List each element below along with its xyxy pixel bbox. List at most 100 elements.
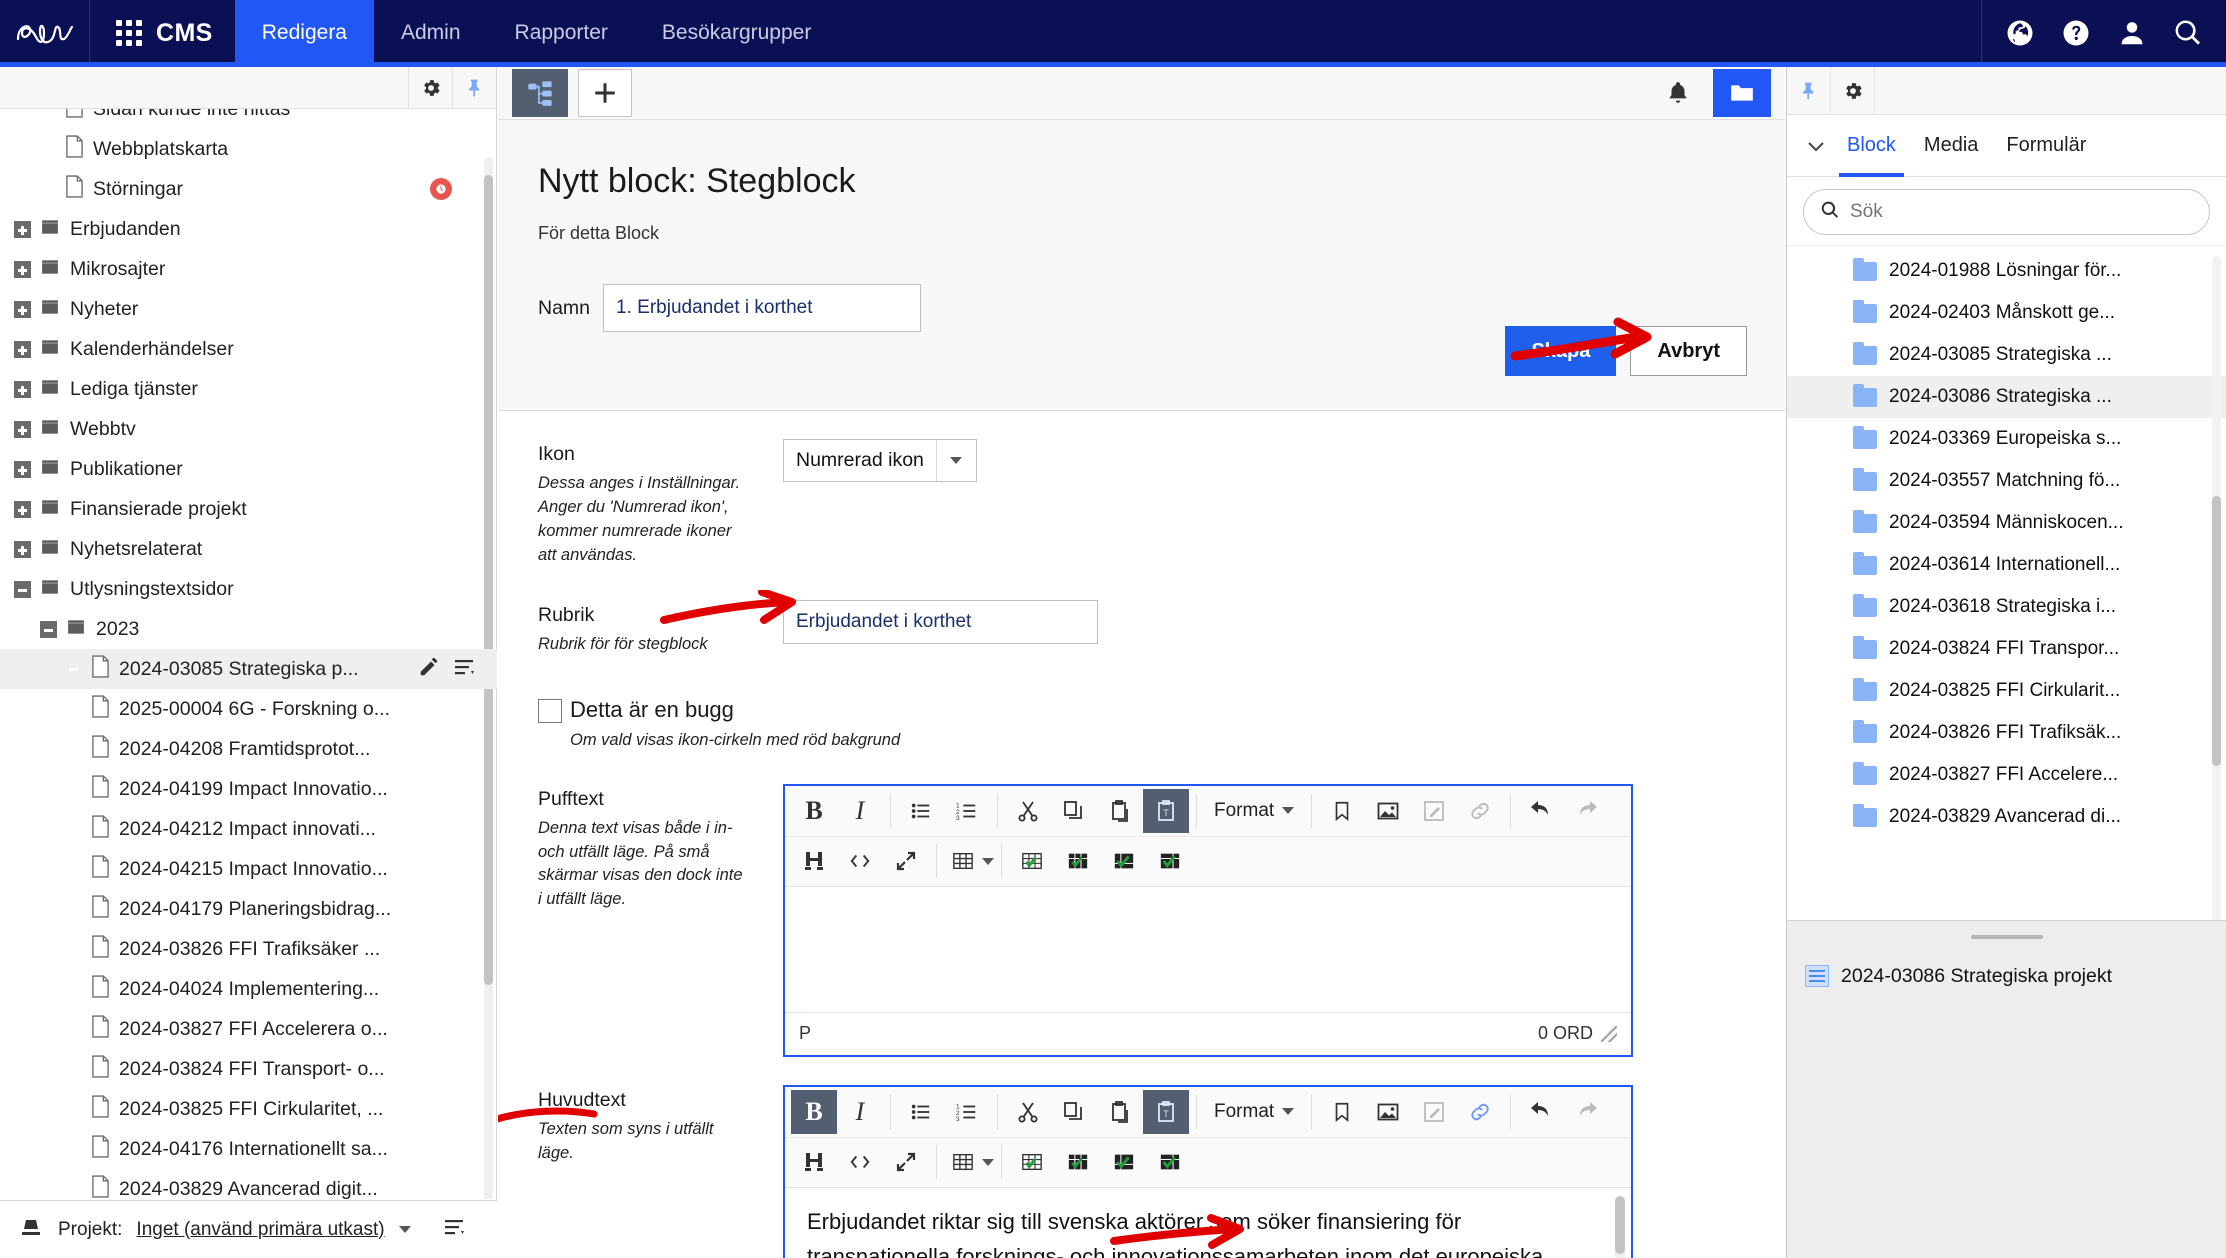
undo-icon[interactable] — [1518, 1090, 1564, 1134]
table-icon[interactable] — [944, 1140, 982, 1184]
tree-row[interactable]: Lediga tjänster — [0, 369, 497, 409]
create-button[interactable]: Skapa — [1505, 326, 1617, 376]
footer-block-item[interactable]: 2024-03086 Strategiska projekt — [1787, 955, 2226, 997]
tree-row[interactable]: 2024-03825 FFI Cirkularitet, ... — [0, 1089, 497, 1129]
add-block-button[interactable] — [578, 69, 632, 117]
page-tree[interactable]: Sidan kunde inte hittas Webbplatskarta Stö… — [0, 109, 497, 1199]
pufftext-editor[interactable]: B I 123 T Format P 0 ORD — [783, 783, 1633, 1057]
paste-icon[interactable] — [1097, 789, 1143, 833]
insert-column-icon[interactable] — [1055, 839, 1101, 883]
context-menu-icon[interactable] — [443, 1217, 467, 1242]
paste-as-text-icon[interactable]: T — [1143, 788, 1189, 833]
fullscreen-icon[interactable] — [883, 839, 929, 883]
rubrik-input[interactable] — [783, 599, 1098, 644]
assets-search[interactable] — [1803, 189, 2210, 235]
copy-icon[interactable] — [1051, 789, 1097, 833]
redo-icon[interactable] — [1564, 789, 1610, 833]
tree-row[interactable]: Webbtv — [0, 409, 497, 449]
list-item[interactable]: 2024-03557 Matchning fö... — [1787, 460, 2226, 502]
link-icon[interactable] — [1457, 789, 1503, 833]
chevron-down-icon[interactable] — [1799, 139, 1833, 153]
delete-column-icon[interactable] — [1147, 839, 1193, 883]
chevron-down-icon[interactable] — [398, 1226, 411, 1233]
globe-icon[interactable] — [1992, 0, 2048, 66]
tab-block[interactable]: Block — [1833, 115, 1910, 177]
list-item[interactable]: 2024-03824 FFI Transpor... — [1787, 628, 2226, 670]
insert-column-icon[interactable] — [1055, 1140, 1101, 1184]
ikon-select[interactable]: Numrerad ikon — [783, 439, 977, 482]
tree-row[interactable]: 2024-03829 Avancerad digit... — [0, 1169, 497, 1199]
expand-icon[interactable] — [14, 460, 31, 478]
list-item[interactable]: 2024-03826 FFI Trafiksäk... — [1787, 712, 2226, 754]
italic-icon[interactable]: I — [837, 1090, 883, 1134]
italic-icon[interactable]: I — [837, 789, 883, 833]
tree-row[interactable]: 2024-04176 Internationellt sa... — [0, 1129, 497, 1169]
insert-row-icon[interactable] — [1009, 1140, 1055, 1184]
user-icon[interactable] — [2104, 0, 2160, 66]
list-item[interactable]: 2024-03369 Europeiska s... — [1787, 418, 2226, 460]
image-icon[interactable] — [1365, 789, 1411, 833]
epi-logo-icon[interactable] — [0, 0, 90, 66]
tree-row[interactable]: Nyheter — [0, 289, 497, 329]
find-replace-icon[interactable] — [791, 1140, 837, 1184]
cut-icon[interactable] — [1005, 1090, 1051, 1134]
search-icon[interactable] — [2160, 0, 2216, 66]
expand-icon[interactable] — [14, 340, 31, 358]
expand-icon[interactable] — [14, 300, 31, 318]
tree-row[interactable]: 2024-03826 FFI Trafiksäker ... — [0, 929, 497, 969]
app-switcher[interactable]: CMS — [90, 0, 235, 66]
collapse-icon[interactable] — [14, 580, 31, 598]
bold-icon[interactable]: B — [791, 789, 837, 833]
assets-list-scrollbar[interactable] — [2212, 256, 2221, 956]
tree-row[interactable]: 2024-03827 FFI Accelerera o... — [0, 1009, 497, 1049]
tree-row[interactable]: Nyhetsrelaterat — [0, 529, 497, 569]
expand-icon[interactable] — [14, 380, 31, 398]
list-item[interactable]: 2024-02403 Månskott ge... — [1787, 292, 2226, 334]
paste-icon[interactable] — [1097, 1090, 1143, 1134]
bookmark-icon[interactable] — [1319, 1090, 1365, 1134]
nav-item-rapporter[interactable]: Rapporter — [488, 0, 635, 66]
pin-icon[interactable] — [452, 67, 496, 108]
block-name-input[interactable] — [603, 284, 922, 332]
tree-row[interactable]: Utlysningstextsidor — [0, 569, 497, 609]
resize-grip[interactable] — [1970, 935, 2043, 939]
bugg-checkbox-row[interactable]: Detta är en bugg — [498, 697, 1785, 723]
delete-row-icon[interactable] — [1101, 1140, 1147, 1184]
source-code-icon[interactable] — [837, 1140, 883, 1184]
numbered-list-icon[interactable]: 123 — [944, 789, 990, 833]
huvudtext-editor-body[interactable]: Erbjudandet riktar sig till svenska aktö… — [785, 1187, 1631, 1258]
bullet-list-icon[interactable] — [898, 789, 944, 833]
waffle-icon[interactable] — [116, 20, 142, 46]
bold-icon[interactable]: B — [791, 1089, 837, 1134]
tree-row[interactable]: 2025-00004 6G - Forskning o... — [0, 689, 497, 729]
expand-icon[interactable] — [14, 540, 31, 558]
expand-icon[interactable] — [14, 260, 31, 278]
insert-row-icon[interactable] — [1009, 839, 1055, 883]
table-dropdown-arrow[interactable] — [982, 1158, 994, 1166]
edit-icon[interactable] — [417, 656, 441, 683]
help-icon[interactable] — [2048, 0, 2104, 66]
paste-as-text-icon[interactable]: T — [1143, 1089, 1189, 1134]
resize-handle-icon[interactable] — [1601, 1025, 1617, 1042]
tree-row[interactable]: Sidan kunde inte hittas — [0, 109, 497, 129]
list-item[interactable]: 2024-03594 Människocen... — [1787, 502, 2226, 544]
gear-icon[interactable] — [1831, 67, 1875, 114]
tree-row[interactable]: Publikationer — [0, 449, 497, 489]
structure-icon[interactable] — [512, 69, 568, 117]
chevron-down-icon[interactable] — [935, 440, 976, 481]
list-item[interactable]: 2024-03825 FFI Cirkularit... — [1787, 670, 2226, 712]
list-item[interactable]: 2024-03614 Internationell... — [1787, 544, 2226, 586]
pufftext-editor-body[interactable] — [785, 886, 1631, 1012]
find-replace-icon[interactable] — [791, 839, 837, 883]
tree-row[interactable]: 2024-04179 Planeringsbidrag... — [0, 889, 497, 929]
tree-row[interactable]: 2024-03085 Strategiska p... — [0, 649, 497, 689]
list-item[interactable]: 2024-01988 Lösningar för... — [1787, 250, 2226, 292]
table-icon[interactable] — [944, 839, 982, 883]
folder-icon[interactable] — [1713, 69, 1771, 117]
tree-row[interactable]: 2024-04024 Implementering... — [0, 969, 497, 1009]
delete-column-icon[interactable] — [1147, 1140, 1193, 1184]
edit-image-icon[interactable] — [1411, 789, 1457, 833]
assets-list[interactable]: 2024-01988 Lösningar för... 2024-02403 Må… — [1787, 246, 2226, 981]
tree-row[interactable]: 2024-03824 FFI Transport- o... — [0, 1049, 497, 1089]
edit-image-icon[interactable] — [1411, 1090, 1457, 1134]
